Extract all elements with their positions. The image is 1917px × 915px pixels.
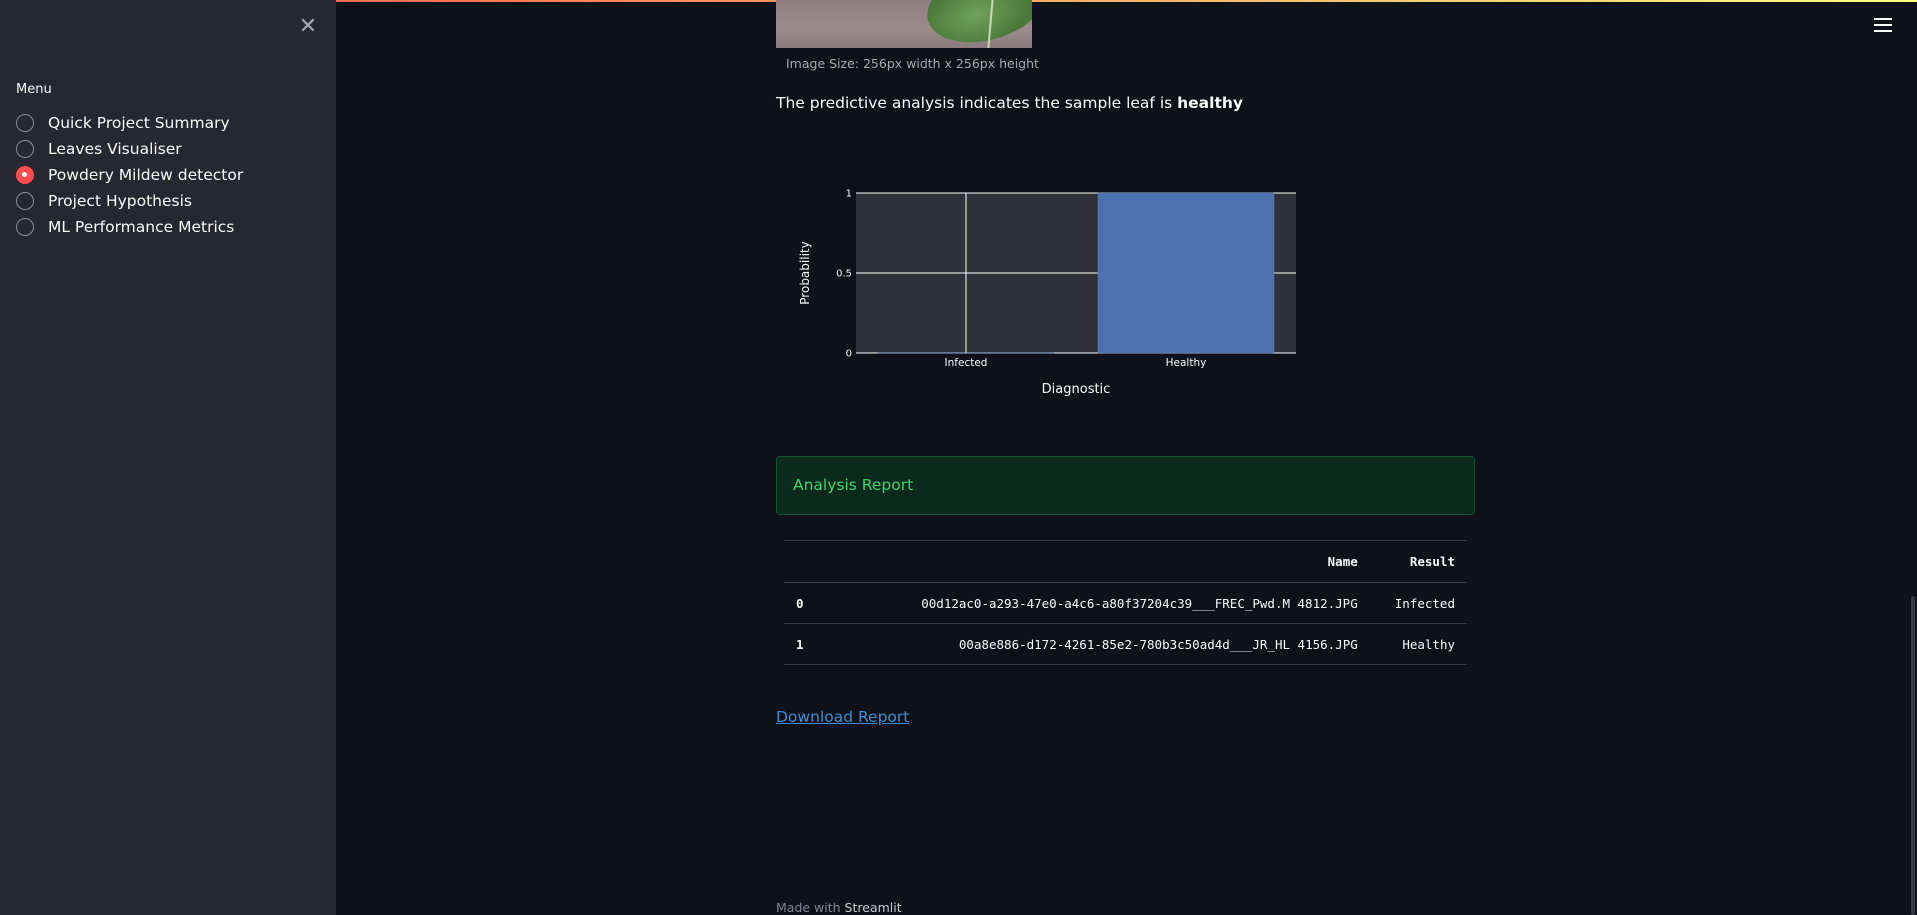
y-tick-label: 0 xyxy=(846,349,852,360)
table-cell-index: 1 xyxy=(784,623,838,665)
bar xyxy=(1097,192,1275,354)
y-tick-label: 1 xyxy=(846,189,852,200)
alert-text: Analysis Report xyxy=(793,476,914,494)
bar xyxy=(877,352,1055,354)
table-cell-result: Infected xyxy=(1369,582,1467,624)
x-tick-label: Healthy xyxy=(1166,357,1207,369)
radio-button[interactable] xyxy=(16,192,34,210)
table-row: 1 00a8e886-d172-4261-85e2-780b3c50ad4d__… xyxy=(784,623,1467,665)
menu-item-ml-performance-metrics[interactable]: ML Performance Metrics xyxy=(16,214,243,240)
x-tick-label: Infected xyxy=(945,357,988,369)
menu-item-label: Leaves Visualiser xyxy=(48,140,182,158)
table-header-name: Name xyxy=(838,540,1370,583)
menu-label: Menu xyxy=(16,82,52,97)
radio-button[interactable] xyxy=(16,114,34,132)
y-axis-title: Probability xyxy=(798,241,812,304)
close-icon[interactable]: ✕ xyxy=(296,14,320,39)
footer-prefix: Made with xyxy=(776,900,845,915)
menu-item-label: Powdery Mildew detector xyxy=(48,166,244,184)
radio-button[interactable] xyxy=(16,140,34,158)
sidebar: ✕ Menu Quick Project Summary Leaves Visu… xyxy=(0,0,336,915)
x-axis-title: Diagnostic xyxy=(1042,382,1111,397)
menu-item-project-hypothesis[interactable]: Project Hypothesis xyxy=(16,188,243,214)
prediction-text: The predictive analysis indicates the sa… xyxy=(776,94,1243,112)
menu-item-quick-project-summary[interactable]: Quick Project Summary xyxy=(16,110,243,136)
analysis-report-alert: Analysis Report xyxy=(776,456,1475,515)
table-header-index xyxy=(784,540,838,583)
image-caption: Image Size: 256px width x 256px height xyxy=(786,56,1039,71)
prediction-sentence: The predictive analysis indicates the sa… xyxy=(776,94,1178,112)
menu-item-powdery-mildew-detector[interactable]: Powdery Mildew detector xyxy=(16,162,243,188)
leaf-shape xyxy=(918,0,1032,48)
radio-button[interactable] xyxy=(16,218,34,236)
menu-item-label: ML Performance Metrics xyxy=(48,218,235,236)
table-header-row: Name Result xyxy=(784,540,1467,583)
table-row: 0 00d12ac0-a293-47e0-a4c6-a80f37204c39__… xyxy=(784,582,1467,624)
leaf-image xyxy=(776,0,1032,48)
scrollbar[interactable] xyxy=(1911,596,1915,915)
prediction-result: healthy xyxy=(1177,94,1243,112)
footer-brand-link[interactable]: Streamlit xyxy=(845,900,902,915)
table-cell-name: 00a8e886-d172-4261-85e2-780b3c50ad4d___J… xyxy=(838,623,1370,665)
table-header-result: Result xyxy=(1369,540,1467,583)
y-tick-label: 0.5 xyxy=(836,269,852,280)
menu-radio-group: Quick Project Summary Leaves Visualiser … xyxy=(16,110,243,240)
menu-item-label: Quick Project Summary xyxy=(48,114,230,132)
report-table: Name Result 0 00d12ac0-a293-47e0-a4c6-a8… xyxy=(784,540,1467,665)
chart-svg: 0 0.5 1 Infected Healthy Diagnostic Probabilit… xyxy=(798,189,1296,397)
radio-button-selected[interactable] xyxy=(16,166,34,184)
table-cell-index: 0 xyxy=(784,582,838,624)
table-cell-result: Healthy xyxy=(1369,623,1467,665)
menu-item-leaves-visualiser[interactable]: Leaves Visualiser xyxy=(16,136,243,162)
menu-item-label: Project Hypothesis xyxy=(48,192,193,210)
probability-chart: 0 0.5 1 Infected Healthy Diagnostic Probabilit… xyxy=(776,170,1296,410)
download-report-link[interactable]: Download Report xyxy=(776,708,909,726)
footer: Made with Streamlit xyxy=(776,900,902,915)
hamburger-icon[interactable] xyxy=(1874,16,1892,34)
table-cell-name: 00d12ac0-a293-47e0-a4c6-a80f37204c39___F… xyxy=(838,582,1370,624)
